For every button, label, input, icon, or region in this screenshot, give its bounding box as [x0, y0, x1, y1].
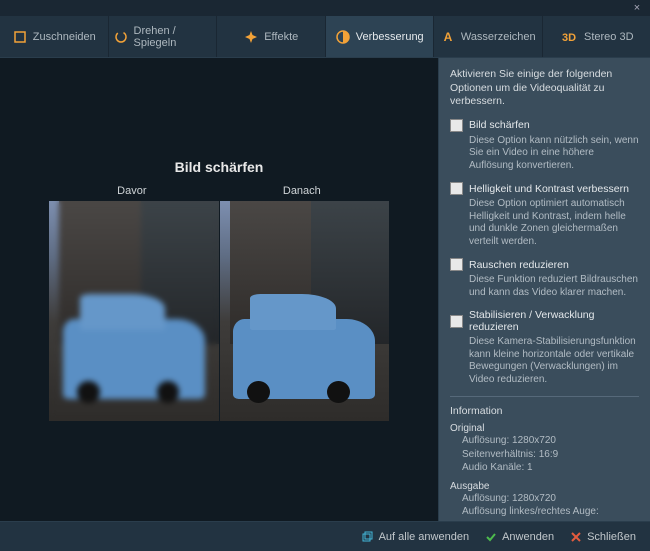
after-label: Danach	[283, 185, 321, 197]
info-line: Audio Kanäle: 1	[450, 461, 639, 475]
crop-icon	[12, 29, 28, 45]
option-sharpen: Bild schärfen Diese Option kann nützlich…	[450, 119, 639, 173]
contrast-icon	[335, 29, 351, 45]
tab-crop[interactable]: Zuschneiden	[0, 16, 109, 57]
footer-label: Auf alle anwenden	[379, 531, 470, 543]
info-output: Ausgabe Auflösung: 1280x720 Auflösung li…	[450, 481, 639, 521]
options-sidebar: Aktivieren Sie einige der folgenden Opti…	[438, 58, 650, 521]
apply-all-icon	[362, 531, 374, 543]
close-button[interactable]: Schließen	[570, 531, 636, 543]
option-brightness-contrast: Helligkeit und Kontrast verbessern Diese…	[450, 182, 639, 248]
option-title: Stabilisieren / Verwacklung reduzieren	[469, 309, 639, 333]
checkbox-sharpen[interactable]	[450, 119, 463, 132]
option-desc: Diese Funktion reduziert Bildrauschen un…	[450, 274, 639, 299]
preview-title: Bild schärfen	[175, 159, 264, 175]
tab-label: Drehen / Spiegeln	[134, 25, 213, 49]
tab-label: Zuschneiden	[33, 31, 96, 43]
preview-before-image	[49, 201, 219, 421]
option-stabilize: Stabilisieren / Verwacklung reduzieren D…	[450, 309, 639, 386]
close-icon	[570, 531, 582, 543]
tab-rotate-flip[interactable]: Drehen / Spiegeln	[109, 16, 218, 57]
checkbox-stabilize[interactable]	[450, 315, 463, 328]
information-section: Information Original Auflösung: 1280x720…	[450, 396, 639, 521]
tab-stereo-3d[interactable]: 3D Stereo 3D	[543, 16, 650, 57]
letter-a-icon: A	[440, 29, 456, 45]
info-line: Auflösung: 1280x720	[450, 492, 639, 506]
info-line: Seitenverhältnis: 16:9	[450, 448, 639, 462]
option-title: Rauschen reduzieren	[469, 259, 569, 271]
option-title: Helligkeit und Kontrast verbessern	[469, 183, 629, 195]
info-original-label: Original	[450, 423, 639, 434]
tab-label: Stereo 3D	[584, 31, 634, 43]
preview-panel: Bild schärfen Davor Danach	[0, 58, 438, 521]
checkbox-noise-reduce[interactable]	[450, 258, 463, 271]
option-desc: Diese Option kann nützlich sein, wenn Si…	[450, 135, 639, 173]
svg-text:A: A	[444, 30, 453, 44]
info-original: Original Auflösung: 1280x720 Seitenverhä…	[450, 423, 639, 475]
info-output-label: Ausgabe	[450, 481, 639, 492]
apply-button[interactable]: Anwenden	[485, 531, 554, 543]
option-desc: Diese Kamera-Stabilisierungsfunktion kan…	[450, 336, 639, 386]
tab-label: Effekte	[264, 31, 298, 43]
rotate-icon	[113, 29, 129, 45]
apply-all-button[interactable]: Auf alle anwenden	[362, 531, 470, 543]
preview-labels: Davor Danach	[49, 185, 389, 197]
check-icon	[485, 531, 497, 543]
tab-label: Verbesserung	[356, 31, 424, 43]
footer-label: Anwenden	[502, 531, 554, 543]
titlebar: ×	[0, 0, 650, 16]
preview-after-image	[220, 201, 390, 421]
option-title: Bild schärfen	[469, 119, 530, 131]
footer-bar: Auf alle anwenden Anwenden Schließen	[0, 521, 650, 551]
tab-effects[interactable]: Effekte	[217, 16, 326, 57]
window-close-icon[interactable]: ×	[630, 1, 644, 15]
option-noise-reduce: Rauschen reduzieren Diese Funktion reduz…	[450, 258, 639, 299]
tab-enhance[interactable]: Verbesserung	[326, 16, 435, 57]
tab-label: Wasserzeichen	[461, 31, 536, 43]
three-d-icon: 3D	[559, 29, 579, 45]
sparkle-icon	[243, 29, 259, 45]
footer-label: Schließen	[587, 531, 636, 543]
svg-text:3D: 3D	[562, 32, 576, 44]
main-area: Bild schärfen Davor Danach Aktivieren Si…	[0, 58, 650, 521]
tab-watermark[interactable]: A Wasserzeichen	[434, 16, 543, 57]
checkbox-brightness-contrast[interactable]	[450, 182, 463, 195]
info-line: Auflösung: 1280x720	[450, 434, 639, 448]
sidebar-intro: Aktivieren Sie einige der folgenden Opti…	[450, 68, 639, 109]
tab-bar: Zuschneiden Drehen / Spiegeln Effekte Ve…	[0, 16, 650, 58]
preview-image-pair	[49, 201, 389, 421]
option-desc: Diese Option optimiert automatisch Helli…	[450, 198, 639, 248]
information-heading: Information	[450, 405, 639, 417]
info-line: Auflösung linkes/rechtes Auge: 1280x720	[450, 505, 639, 521]
before-label: Davor	[117, 185, 146, 197]
